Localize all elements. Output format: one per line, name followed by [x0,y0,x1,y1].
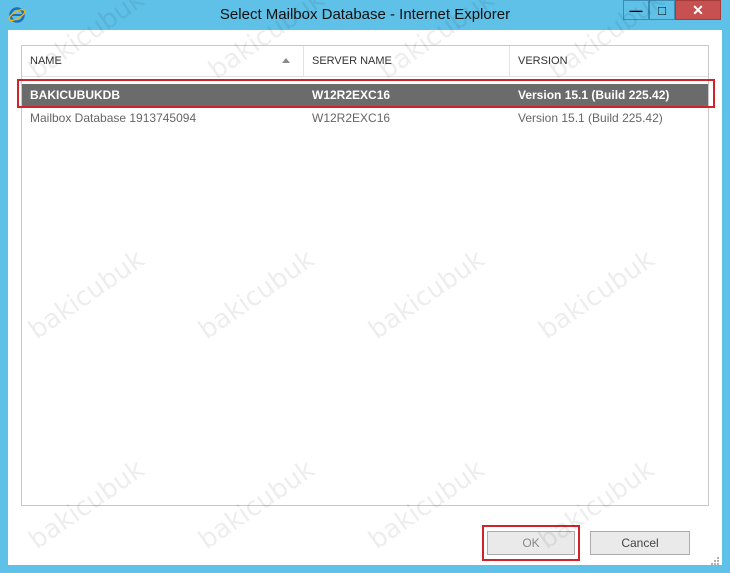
column-header-version-label: VERSION [518,55,568,67]
close-icon: ✕ [692,2,704,18]
row-name: Mailbox Database 1913745094 [30,111,197,125]
title-bar[interactable]: Select Mailbox Database - Internet Explo… [0,0,730,30]
close-button[interactable]: ✕ [675,0,721,20]
maximize-icon: □ [658,3,666,18]
cancel-button[interactable]: Cancel [590,531,690,555]
row-version: Version 15.1 (Build 225.42) [518,111,663,125]
ok-button-highlight-annotation [482,525,580,561]
resize-grip-icon[interactable] [710,553,720,565]
maximize-button[interactable]: □ [649,0,675,20]
window-title: Select Mailbox Database - Internet Explo… [219,6,511,23]
column-header-name[interactable]: NAME [22,46,303,76]
database-list: NAME SERVER NAME VERSION BAKICUBUKDB W12… [17,45,715,506]
column-header-server-name-label: SERVER NAME [312,55,392,67]
table-row[interactable]: Mailbox Database 1913745094 W12R2EXC16 V… [22,107,708,129]
row-server-name: W12R2EXC16 [312,111,391,125]
column-header-name-label: NAME [30,55,62,67]
minimize-button[interactable]: — [623,0,649,20]
column-header-version[interactable]: VERSION [510,46,710,76]
browser-window: Select Mailbox Database - Internet Explo… [0,0,730,573]
minimize-icon: — [629,3,643,18]
sort-ascending-icon [282,58,290,63]
selection-highlight-annotation [17,79,715,108]
list-header: NAME SERVER NAME VERSION [22,46,708,77]
dialog-content: NAME SERVER NAME VERSION BAKICUBUKDB W12… [8,30,722,565]
column-header-server-name[interactable]: SERVER NAME [304,46,509,76]
